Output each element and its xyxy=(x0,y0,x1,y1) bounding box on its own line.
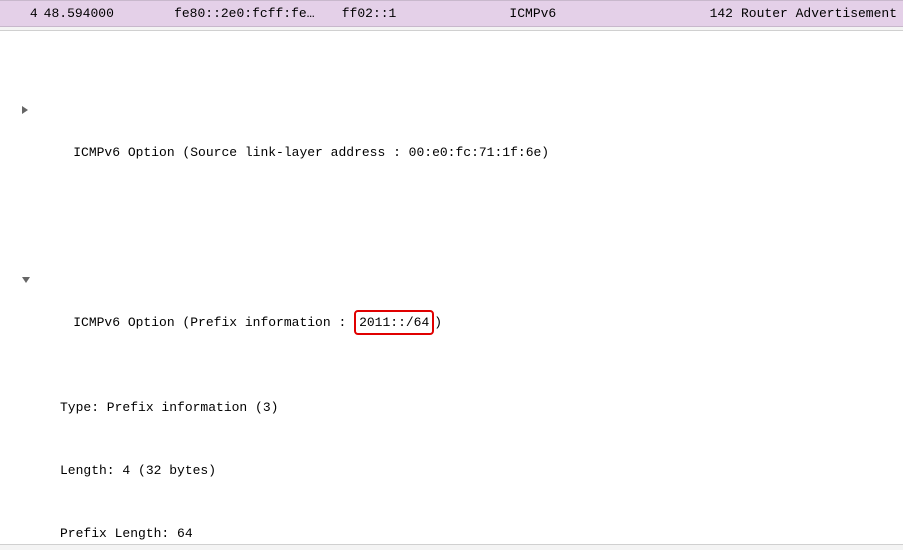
col-dst: ff02::1 xyxy=(342,3,510,24)
tree-label: ICMPv6 Option (Source link-layer address… xyxy=(73,145,549,160)
tree-item[interactable]: Length: 4 (32 bytes) xyxy=(4,460,899,481)
tree-label-post: ) xyxy=(434,315,442,330)
col-no: 4 xyxy=(6,3,44,24)
caret-down-icon[interactable] xyxy=(22,277,30,283)
tree-item-prefix-option-1[interactable]: ICMPv6 Option (Prefix information : 2011… xyxy=(4,269,899,355)
caret-right-icon[interactable] xyxy=(22,106,28,114)
tree-label: Type: Prefix information (3) xyxy=(60,400,278,415)
tree-item[interactable]: Prefix Length: 64 xyxy=(4,523,899,544)
tree-item-linklayer[interactable]: ICMPv6 Option (Source link-layer address… xyxy=(4,100,899,184)
tree-item[interactable]: Type: Prefix information (3) xyxy=(4,397,899,418)
col-src: fe80::2e0:fcff:fe… xyxy=(174,3,342,24)
tree-label: Prefix Length: 64 xyxy=(60,526,193,541)
col-info: Router Advertisement xyxy=(733,3,897,24)
col-proto: ICMPv6 xyxy=(509,3,695,24)
packet-list-row[interactable]: 4 48.594000 fe80::2e0:fcff:fe… ff02::1 I… xyxy=(0,0,903,27)
col-len: 142 xyxy=(696,3,733,24)
pane-splitter-bottom[interactable] xyxy=(0,544,903,550)
col-time: 48.594000 xyxy=(44,3,174,24)
tree-label-pre: ICMPv6 Option (Prefix information : xyxy=(73,315,354,330)
tree-label: Length: 4 (32 bytes) xyxy=(60,463,216,478)
packet-detail-pane[interactable]: ICMPv6 Option (Source link-layer address… xyxy=(0,31,903,550)
highlight-prefix-1: 2011::/64 xyxy=(354,310,434,335)
